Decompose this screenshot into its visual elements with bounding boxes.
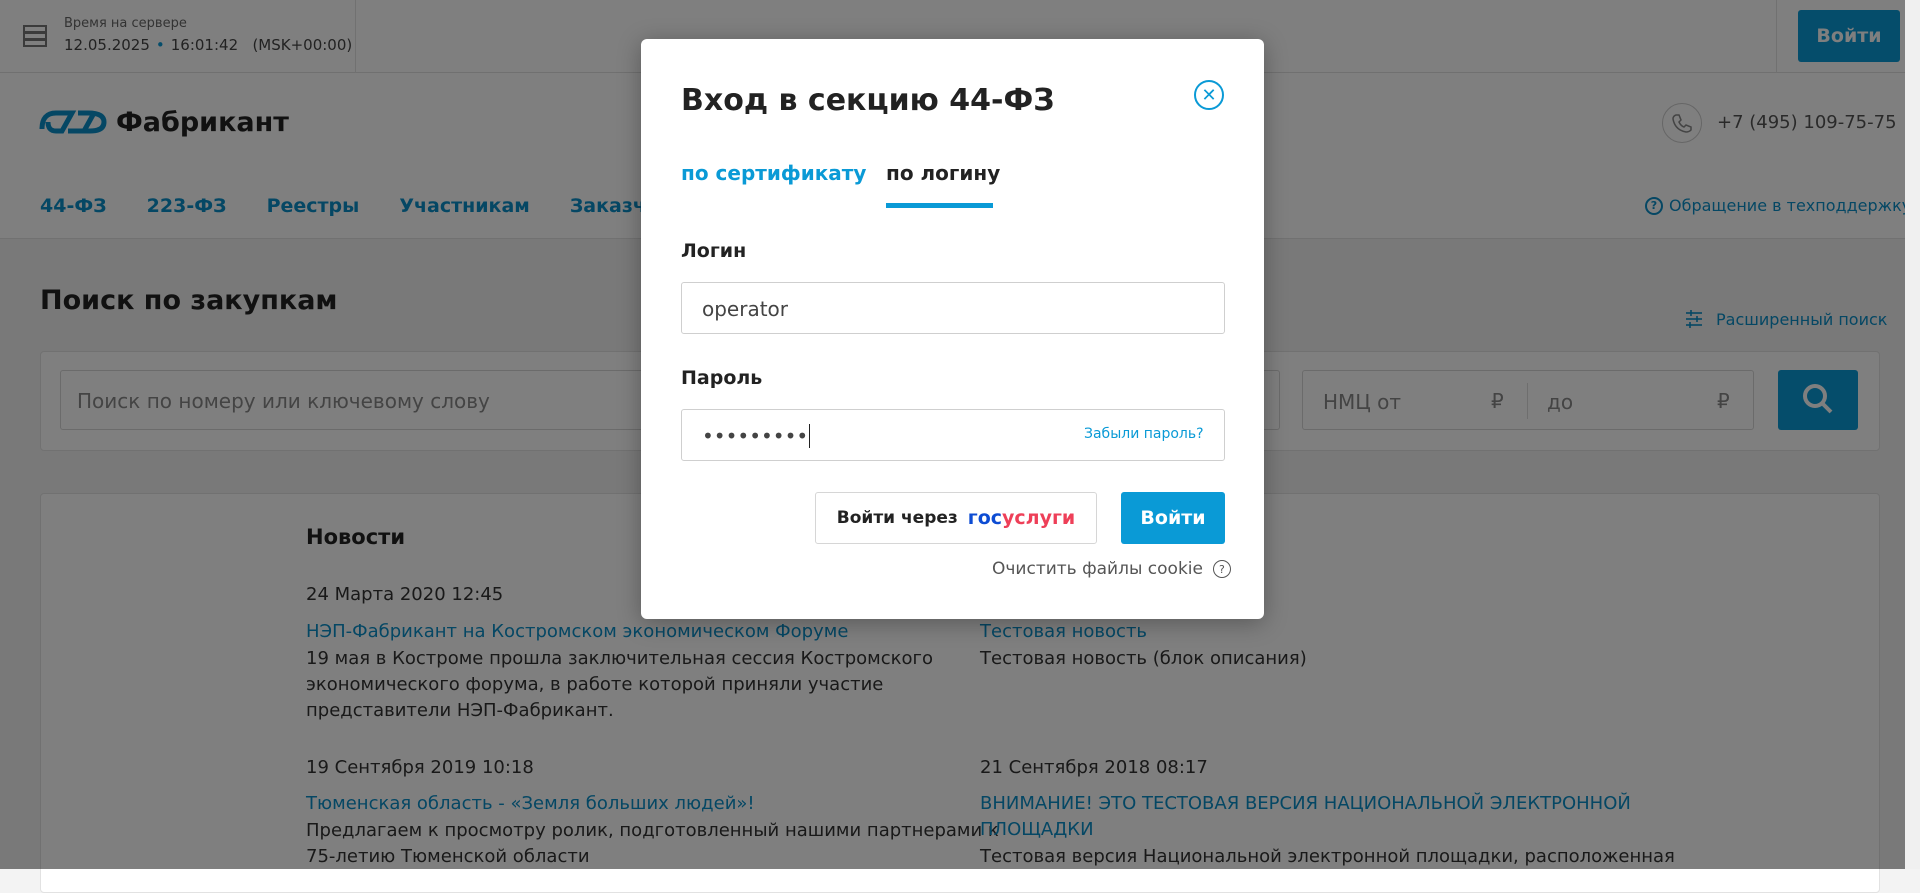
forgot-password-link[interactable]: Забыли пароль? (1084, 426, 1204, 442)
tab-login[interactable]: по логину (886, 161, 1000, 185)
page: Время на сервере 12.05.2025•16:01:42 (MS… (0, 0, 1920, 893)
help-icon: ? (1212, 560, 1231, 578)
login-button[interactable]: Войти (1121, 492, 1225, 544)
clear-cookie-link[interactable]: Очистить файлы cookie ? (992, 559, 1231, 579)
gosuslugi-logo-part2: услуги (1002, 507, 1076, 529)
password-value: ••••••••• (702, 424, 809, 448)
close-icon[interactable]: ✕ (1194, 80, 1224, 110)
clear-cookie-label: Очистить файлы cookie (992, 559, 1203, 579)
gosuslugi-login-button[interactable]: Войти через гос услуги (815, 492, 1097, 544)
scrollbar[interactable] (1905, 0, 1920, 869)
gosuslugi-logo-part1: гос (967, 507, 1003, 529)
password-label: Пароль (681, 367, 763, 389)
login-modal: Вход в секцию 44-ФЗ ✕ по сертификату по … (641, 39, 1264, 619)
login-field[interactable]: operator (681, 282, 1225, 334)
tab-certificate[interactable]: по сертификату (681, 161, 866, 185)
login-label: Логин (681, 240, 747, 262)
modal-title: Вход в секцию 44-ФЗ (681, 83, 1055, 118)
active-tab-indicator (886, 203, 993, 208)
gosuslugi-prefix: Войти через (836, 508, 958, 528)
